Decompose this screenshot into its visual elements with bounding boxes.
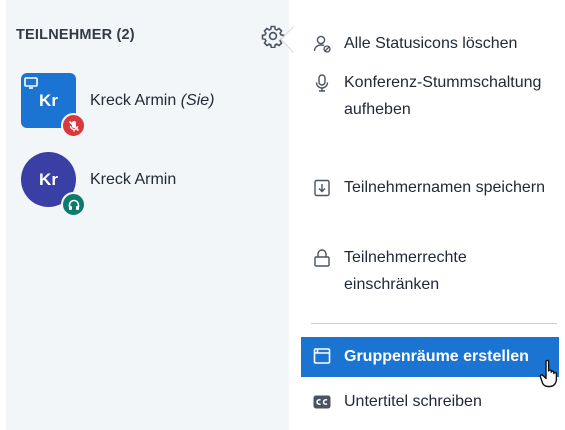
menu-item-clear-status[interactable]: Alle Statusicons löschen xyxy=(294,30,559,58)
closed-caption-icon xyxy=(312,392,332,412)
menu-item-create-breakout-rooms[interactable]: Gruppenräume erstellen xyxy=(301,337,559,377)
participants-title: TEILNEHMER (2) xyxy=(16,27,135,43)
menu-divider xyxy=(311,323,557,324)
avatar-initials: Kr xyxy=(39,90,58,110)
menu-item-label: Alle Statusicons löschen xyxy=(344,35,518,52)
participant-name-text: Kreck Armin xyxy=(90,171,177,188)
options-menu: Alle Statusicons löschen Konferenz-Stumm… xyxy=(294,0,565,430)
menu-item-label: Untertitel schreiben xyxy=(344,393,482,410)
menu-item-write-captions[interactable]: Untertitel schreiben xyxy=(294,388,559,416)
participant-name: Kreck Armin xyxy=(90,171,176,189)
menu-item-label: Konferenz-Stummschaltung aufheben xyxy=(344,74,542,118)
participant-self-suffix: (Sie) xyxy=(180,92,215,109)
hand-cursor-icon xyxy=(538,358,564,390)
participant-row-self[interactable]: Kr Kreck Armin (Sie) xyxy=(6,73,289,138)
menu-item-lock-viewers[interactable]: Teilnehmerrechte einschränken xyxy=(294,244,559,302)
menu-item-label: Gruppenräume erstellen xyxy=(344,348,529,365)
clear-status-icon xyxy=(312,34,332,54)
menu-item-unmute-conference[interactable]: Konferenz-Stummschaltung aufheben xyxy=(294,69,559,157)
muted-microphone-icon xyxy=(61,113,86,138)
menu-item-label: Teilnehmerrechte einschränken xyxy=(344,249,467,293)
participants-panel: TEILNEHMER (2) Kr Kreck Armin (Sie) Kr K… xyxy=(6,0,289,430)
presenter-icon xyxy=(22,75,40,91)
microphone-icon xyxy=(312,73,332,93)
participant-row[interactable]: Kr Kreck Armin xyxy=(6,152,289,217)
download-icon xyxy=(312,178,332,198)
menu-item-save-names[interactable]: Teilnehmernamen speichern xyxy=(294,174,559,232)
gear-icon[interactable] xyxy=(261,24,285,49)
headphones-icon xyxy=(61,192,86,217)
lock-icon xyxy=(312,248,332,268)
rooms-icon xyxy=(312,346,332,366)
participant-name-text: Kreck Armin xyxy=(90,92,177,109)
participant-name: Kreck Armin (Sie) xyxy=(90,92,214,110)
avatar-initials: Kr xyxy=(39,169,58,189)
menu-item-label: Teilnehmernamen speichern xyxy=(344,179,545,196)
